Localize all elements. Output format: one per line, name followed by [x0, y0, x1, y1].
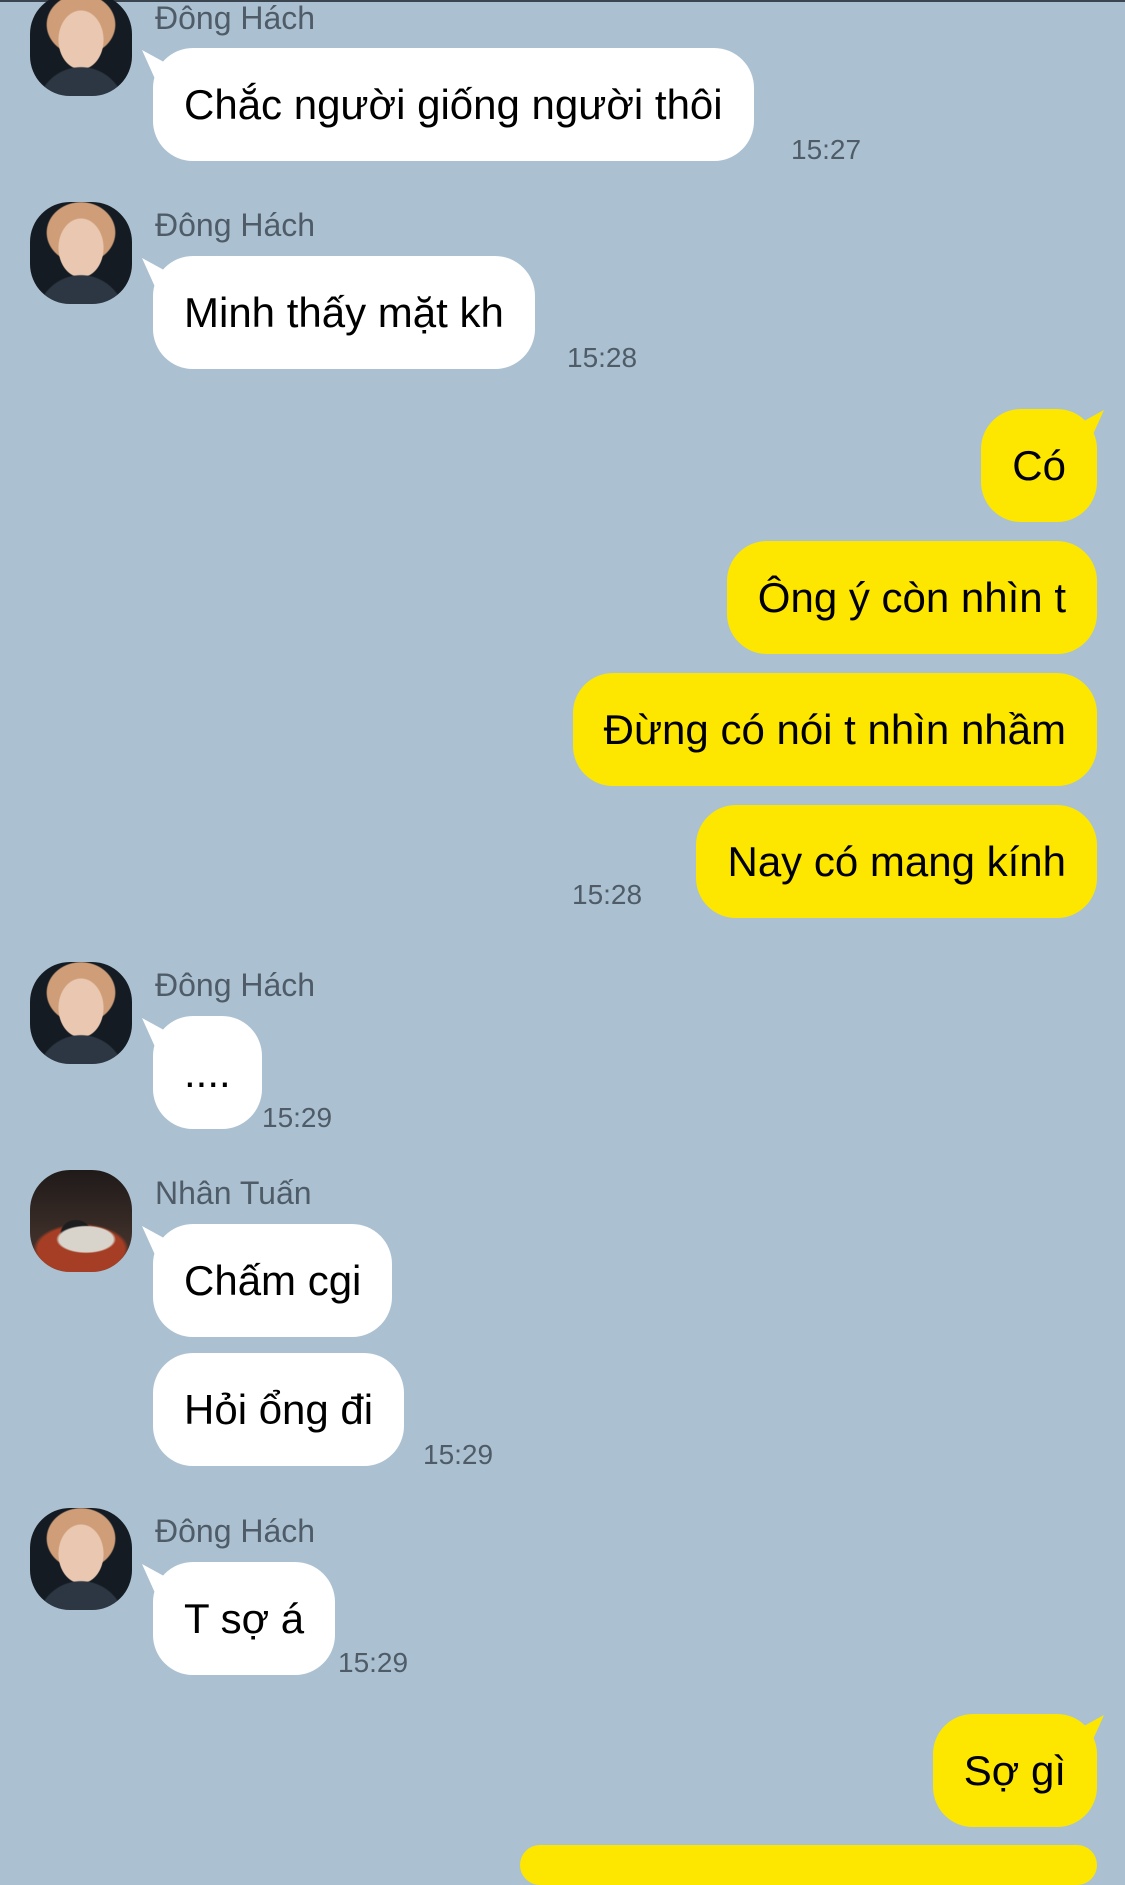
sender-name: Đông Hách: [155, 207, 316, 243]
message-time: 15:28: [572, 879, 643, 910]
incoming-message[interactable]: Minh thấy mặt kh: [153, 256, 535, 369]
avatar-dong-hach[interactable]: [30, 962, 132, 1064]
avatar-nhan-tuan[interactable]: [30, 1170, 132, 1272]
sender-name: Đông Hách: [155, 0, 316, 36]
message-time: 15:28: [567, 342, 638, 373]
incoming-message[interactable]: Hỏi ổng đi: [153, 1353, 405, 1466]
message-time: 15:29: [423, 1439, 494, 1470]
outgoing-message[interactable]: Đừng có nói t nhìn nhầm: [572, 673, 1097, 786]
outgoing-message-partial[interactable]: [520, 1845, 1097, 1885]
incoming-message[interactable]: ....: [153, 1016, 262, 1129]
message-time: 15:29: [338, 1647, 409, 1678]
sender-name: Đông Hách: [155, 1513, 316, 1549]
outgoing-message[interactable]: Sợ gì: [932, 1714, 1097, 1827]
message-time: 15:27: [791, 134, 862, 165]
incoming-message[interactable]: Chấm cgi: [153, 1224, 393, 1337]
sender-name: Nhân Tuấn: [155, 1175, 312, 1211]
outgoing-message[interactable]: Ông ý còn nhìn t: [726, 541, 1097, 654]
incoming-message[interactable]: Chắc người giống người thôi: [153, 48, 754, 161]
incoming-message[interactable]: T sợ á: [153, 1562, 336, 1675]
outgoing-message[interactable]: Có: [981, 409, 1097, 522]
sender-name: Đông Hách: [155, 967, 316, 1003]
avatar-dong-hach[interactable]: [30, 202, 132, 304]
outgoing-message[interactable]: Nay có mang kính: [696, 805, 1097, 918]
message-time: 15:29: [262, 1102, 333, 1133]
avatar-dong-hach[interactable]: [30, 0, 132, 96]
avatar-dong-hach[interactable]: [30, 1508, 132, 1610]
